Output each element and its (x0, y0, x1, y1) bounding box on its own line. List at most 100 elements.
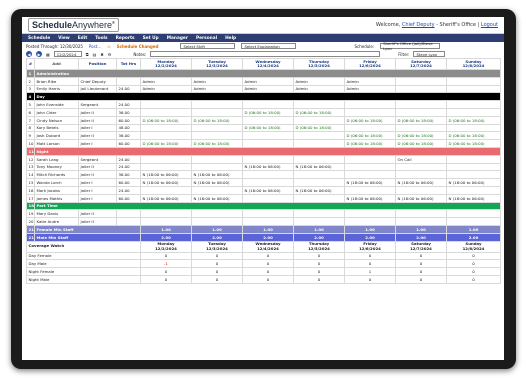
shift-cell[interactable] (395, 84, 447, 94)
shift-cell[interactable] (344, 162, 396, 172)
shift-cell[interactable]: Admin (191, 84, 243, 94)
shift-cell[interactable] (395, 217, 447, 226)
shift-cell[interactable]: D (06:00 to 18:00) (140, 139, 192, 148)
shift-cell[interactable]: N (18:00 to 06:00) (446, 193, 501, 203)
copy-icon[interactable]: ⧉ (86, 52, 89, 57)
shift-cell[interactable] (242, 100, 294, 109)
employee-name[interactable]: James Mathis (34, 193, 79, 203)
shift-cell[interactable] (395, 100, 447, 109)
shift-cell[interactable] (446, 107, 501, 117)
shift-cell[interactable]: D (06:00 to 18:00) (293, 123, 345, 133)
shift-cell[interactable] (242, 131, 294, 141)
col-add[interactable]: Add (34, 58, 79, 70)
shift-cell[interactable] (395, 209, 447, 219)
shift-cell[interactable] (140, 185, 192, 195)
shift-cell[interactable] (140, 154, 192, 164)
shift-cell[interactable]: N (18:00 to 06:00) (242, 162, 294, 172)
shift-select[interactable]: Select Shift (180, 43, 236, 49)
shift-cell[interactable]: Admin (344, 76, 396, 86)
shift-cell[interactable] (293, 154, 345, 164)
shift-cell[interactable] (293, 217, 345, 226)
shift-cell[interactable] (293, 131, 345, 141)
shift-cell[interactable] (191, 154, 243, 164)
employee-name[interactable]: Matt Larson (34, 139, 79, 148)
shift-cell[interactable] (344, 123, 396, 133)
shift-cell[interactable] (446, 76, 501, 86)
shift-cell[interactable] (395, 76, 447, 86)
explanation-select[interactable]: Select Explanation (241, 43, 297, 49)
shift-cell[interactable] (140, 123, 192, 133)
shift-cell[interactable]: N (18:00 to 06:00) (293, 162, 345, 172)
shift-cell[interactable] (140, 100, 192, 109)
employee-name[interactable]: John Evenside (34, 100, 79, 109)
shift-cell[interactable]: D (06:00 to 18:00) (344, 131, 396, 141)
employee-name[interactable]: Emily Harris (34, 84, 79, 94)
shift-cell[interactable] (191, 131, 243, 141)
employee-name[interactable]: Josh Dubord (34, 131, 79, 141)
shift-cell[interactable] (242, 154, 294, 164)
employee-name[interactable]: John Cider (34, 107, 79, 117)
shift-cell[interactable]: Admin (293, 84, 345, 94)
date-input[interactable]: 12/2/2024 (53, 51, 82, 57)
delete-icon[interactable]: ✖ (100, 52, 103, 57)
shift-cell[interactable]: N (18:00 to 06:00) (395, 178, 447, 187)
menu-set-up[interactable]: Set Up (143, 36, 159, 41)
shift-cell[interactable]: N (18:00 to 06:00) (140, 193, 192, 203)
shift-cell[interactable] (242, 209, 294, 219)
employee-name[interactable]: Tony Mooney (34, 162, 79, 172)
menu-personal[interactable]: Personal (196, 36, 217, 41)
shift-cell[interactable]: D (06:00 to 18:00) (446, 131, 501, 141)
shift-cell[interactable]: D (06:00 to 18:00) (446, 115, 501, 125)
shift-cell[interactable]: N (18:00 to 06:00) (191, 193, 243, 203)
shift-cell[interactable] (395, 185, 447, 195)
shift-cell[interactable] (191, 123, 243, 133)
shift-cell[interactable]: D (06:00 to 18:00) (395, 131, 447, 141)
shift-cell[interactable]: D (06:00 to 18:00) (446, 139, 501, 148)
shift-cell[interactable] (293, 100, 345, 109)
shift-cell[interactable]: N (18:00 to 06:00) (191, 178, 243, 187)
shift-cell[interactable] (242, 193, 294, 203)
shift-cell[interactable]: D (06:00 to 18:00) (344, 139, 396, 148)
filter-select[interactable]: Steve Lyon (413, 51, 446, 57)
employee-name[interactable]: Mitch Richards (34, 170, 79, 180)
employee-name[interactable]: Kory Betels (34, 123, 79, 133)
shift-cell[interactable] (344, 170, 396, 180)
shift-cell[interactable]: N (18:00 to 06:00) (344, 193, 396, 203)
menu-schedule[interactable]: Schedule (28, 36, 50, 41)
shift-cell[interactable] (140, 217, 192, 226)
shift-cell[interactable]: Admin (242, 76, 294, 86)
shift-cell[interactable]: N (18:00 to 06:00) (242, 185, 294, 195)
shift-cell[interactable] (446, 217, 501, 226)
shift-cell[interactable]: On Call (395, 154, 447, 164)
shift-cell[interactable] (293, 170, 345, 180)
menu-reports[interactable]: Reports (116, 36, 135, 41)
col-day[interactable]: Monday 12/2/2024 (140, 58, 192, 70)
shift-cell[interactable] (344, 185, 396, 195)
shift-cell[interactable]: Admin (191, 76, 243, 86)
calendar-icon[interactable]: ▦ (46, 52, 50, 57)
menu-help[interactable]: Help (225, 36, 236, 41)
shift-cell[interactable] (293, 209, 345, 219)
shift-cell[interactable] (446, 154, 501, 164)
shift-cell[interactable] (242, 217, 294, 226)
col-day[interactable]: Wednesday 12/4/2024 (242, 58, 294, 70)
col-day[interactable]: Friday 12/6/2024 (344, 58, 396, 70)
shift-cell[interactable]: Admin (140, 84, 192, 94)
next-week-icon[interactable]: ▶ (36, 51, 42, 57)
shift-cell[interactable] (242, 115, 294, 125)
menu-view[interactable]: View (58, 36, 70, 41)
menu-tools[interactable]: Tools (95, 36, 107, 41)
shift-cell[interactable]: D (06:00 to 18:00) (344, 115, 396, 125)
shift-cell[interactable] (191, 162, 243, 172)
menu-edit[interactable]: Edit (78, 36, 88, 41)
shift-cell[interactable]: D (06:00 to 18:00) (191, 115, 243, 125)
post-link[interactable]: Post... (89, 44, 101, 49)
shift-cell[interactable] (191, 209, 243, 219)
shift-cell[interactable]: D (06:00 to 18:00) (242, 107, 294, 117)
shift-cell[interactable] (344, 107, 396, 117)
shift-cell[interactable]: N (18:00 to 06:00) (446, 178, 501, 187)
shift-cell[interactable] (344, 100, 396, 109)
settings-icon[interactable]: ⚙ (108, 52, 112, 57)
employee-name[interactable]: Mary Davis (34, 209, 79, 219)
shift-cell[interactable] (191, 100, 243, 109)
